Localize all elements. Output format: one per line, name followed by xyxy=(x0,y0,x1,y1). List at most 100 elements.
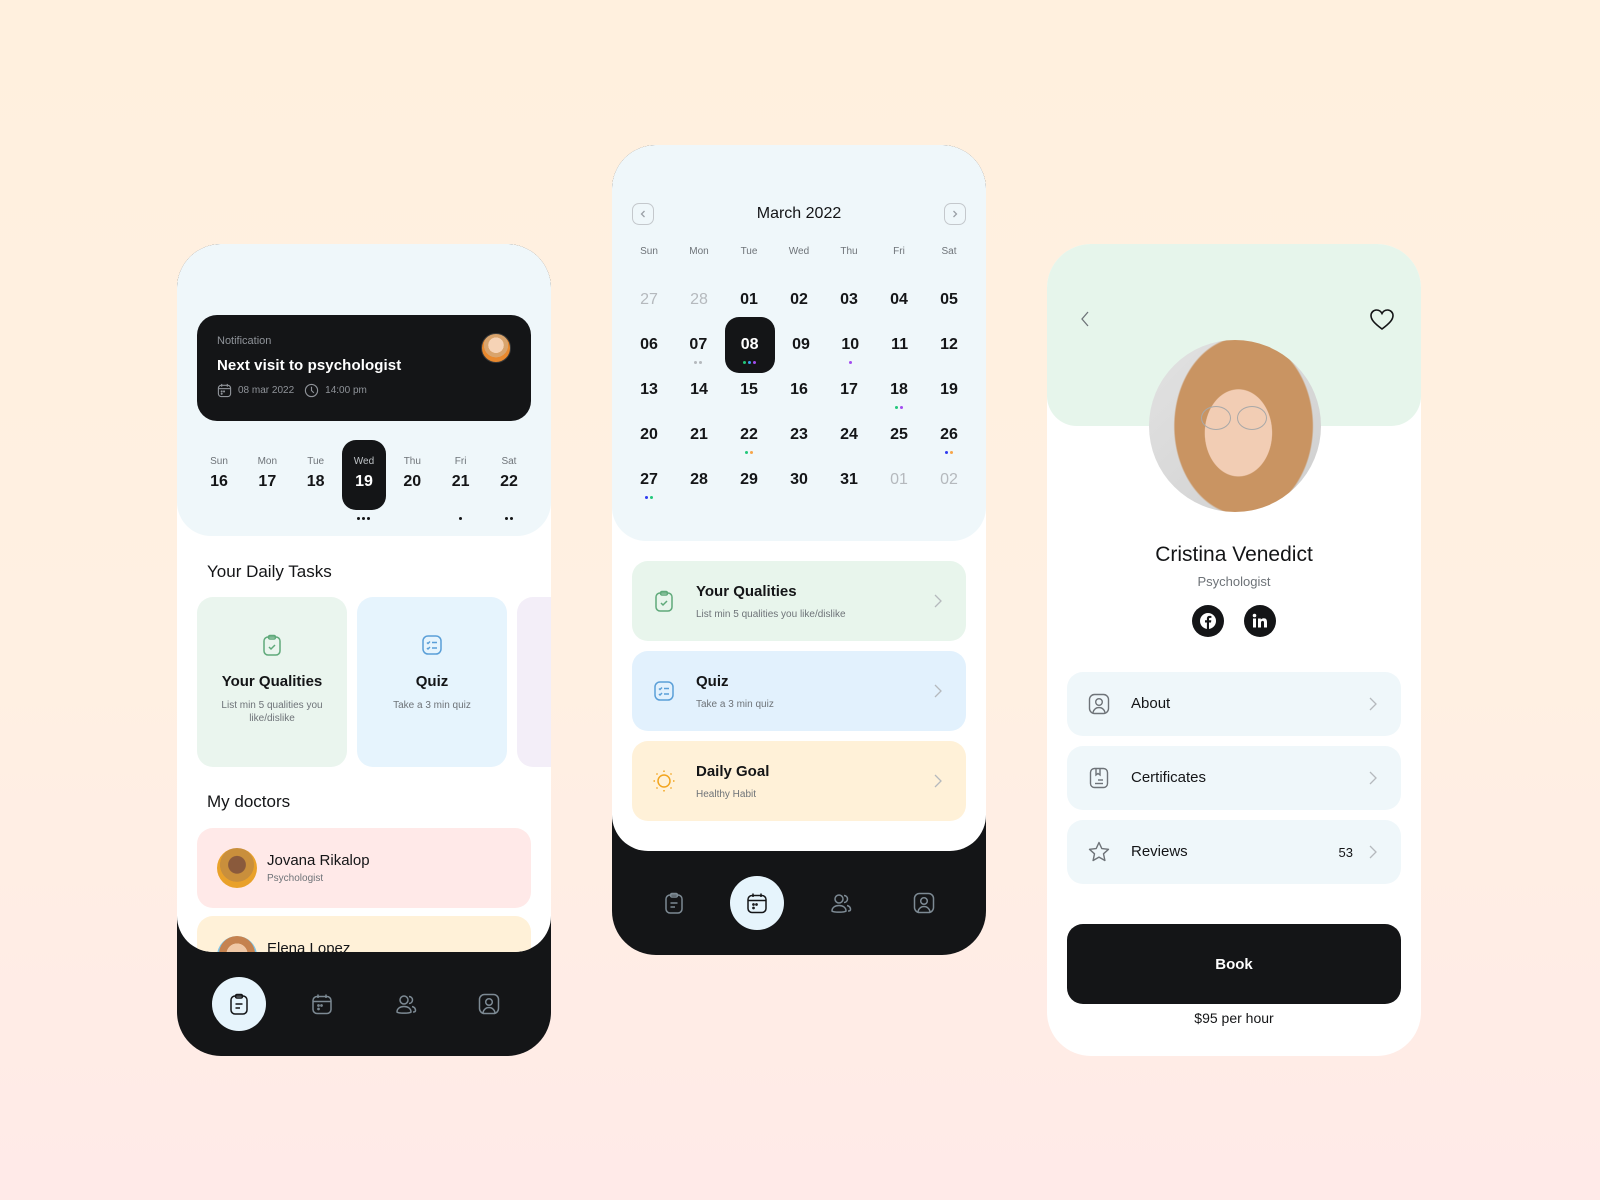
list-item-quiz[interactable]: Quiz Take a 3 min quiz xyxy=(632,651,966,731)
week-day-date: 19 xyxy=(355,473,373,490)
calendar-day[interactable]: 30 xyxy=(776,457,822,503)
calendar-day[interactable]: 26 xyxy=(926,412,972,458)
calendar-day[interactable]: 22 xyxy=(726,412,772,458)
back-button[interactable] xyxy=(1079,310,1091,333)
list-item-daily-goal[interactable]: Daily Goal Healthy Habit xyxy=(632,741,966,821)
week-day-tue[interactable]: Tue 18 xyxy=(294,440,338,510)
calendar-day[interactable]: 07 xyxy=(675,322,721,368)
calendar-day[interactable]: 02 xyxy=(926,457,972,503)
tab-calendar[interactable] xyxy=(730,876,785,930)
profile-photo xyxy=(1149,340,1321,512)
calendar-day[interactable]: 10 xyxy=(827,322,873,368)
favorite-button[interactable] xyxy=(1369,308,1395,337)
calendar-day[interactable]: 21 xyxy=(676,412,722,458)
tab-calendar[interactable] xyxy=(295,977,349,1031)
linkedin-button[interactable] xyxy=(1244,605,1276,637)
calendar-day[interactable]: 29 xyxy=(726,457,772,503)
weekday-label: Sun xyxy=(640,246,658,257)
calendar-day-number: 28 xyxy=(690,291,708,308)
daily-tasks-carousel[interactable]: Your Qualities List min 5 qualities you … xyxy=(197,597,551,767)
home-scroll-area[interactable]: Notification Next visit to psychologist … xyxy=(177,244,551,952)
menu-item-label: Certificates xyxy=(1131,769,1207,786)
calendar-day[interactable]: 03 xyxy=(826,277,872,323)
calendar-day[interactable]: 23 xyxy=(776,412,822,458)
facebook-icon xyxy=(1200,613,1216,629)
menu-item-certificates[interactable]: Certificates xyxy=(1067,746,1401,810)
calendar-week-row: 27 28 01 02 03 04 05 xyxy=(626,277,972,323)
week-day-sun[interactable]: Sun 16 xyxy=(197,440,241,510)
calendar-day[interactable]: 04 xyxy=(876,277,922,323)
calendar-day[interactable]: 25 xyxy=(876,412,922,458)
week-day-fri[interactable]: Fri 21 xyxy=(439,440,483,520)
list-item-qualities[interactable]: Your Qualities List min 5 qualities you … xyxy=(632,561,966,641)
doctor-card[interactable]: Jovana Rikalop Psychologist xyxy=(197,828,531,908)
calendar-day[interactable]: 09 xyxy=(778,322,824,368)
star-icon xyxy=(1088,841,1110,862)
weekday-label: Tue xyxy=(740,246,758,257)
calendar-day-number: 25 xyxy=(890,426,908,443)
menu-item-about[interactable]: About xyxy=(1067,672,1401,736)
tab-clipboard[interactable] xyxy=(211,977,266,1031)
event-dot-gray xyxy=(699,361,703,364)
menu-item-reviews[interactable]: Reviews 53 xyxy=(1067,820,1401,884)
calendar-day[interactable]: 27 xyxy=(626,457,672,503)
calendar-day[interactable]: 20 xyxy=(626,412,672,458)
calendar-day[interactable]: 18 xyxy=(876,367,922,413)
calendar-day[interactable]: 15 xyxy=(726,367,772,413)
calendar-day-number: 31 xyxy=(840,471,858,488)
task-card-quiz[interactable]: Quiz Take a 3 min quiz xyxy=(357,597,507,767)
tab-profile[interactable] xyxy=(462,977,516,1031)
calendar-day[interactable]: 17 xyxy=(826,367,872,413)
certificate-icon xyxy=(1089,767,1109,789)
calendar-day[interactable]: 01 xyxy=(876,457,922,503)
event-dots xyxy=(342,517,386,520)
doctor-avatar xyxy=(217,936,257,952)
week-day-thu[interactable]: Thu 20 xyxy=(390,440,434,510)
calendar-day[interactable]: 19 xyxy=(926,367,972,413)
facebook-button[interactable] xyxy=(1192,605,1224,637)
tab-users[interactable] xyxy=(814,876,868,930)
checklist-icon xyxy=(422,635,442,655)
calendar-day[interactable]: 05 xyxy=(926,277,972,323)
tab-profile[interactable] xyxy=(897,876,951,930)
task-card-partial[interactable] xyxy=(517,597,551,767)
month-title: March 2022 xyxy=(756,205,842,222)
next-month-button[interactable] xyxy=(944,203,966,225)
week-day-mon[interactable]: Mon 17 xyxy=(245,440,289,510)
calendar-day-number: 03 xyxy=(840,291,858,308)
notification-label: Notification xyxy=(217,335,272,347)
calendar-day[interactable]: 16 xyxy=(776,367,822,413)
weekday-label: Mon xyxy=(689,246,709,257)
calendar-day[interactable]: 13 xyxy=(626,367,672,413)
tab-clipboard[interactable] xyxy=(647,876,701,930)
calendar-day[interactable]: 28 xyxy=(676,277,722,323)
doctor-name: Jovana Rikalop xyxy=(267,852,370,869)
calendar-day-selected[interactable]: 08 xyxy=(724,317,775,373)
event-dot-blue xyxy=(748,361,752,364)
calendar-screen: March 2022 Sun Mon Tue Wed Thu Fri Sat 27 28 01 02… xyxy=(612,145,986,955)
week-day-sat[interactable]: Sat 22 xyxy=(487,440,531,520)
chevron-left-icon xyxy=(1081,311,1089,327)
calendar-day[interactable]: 06 xyxy=(626,322,672,368)
calendar-day-number: 07 xyxy=(689,336,708,353)
calendar-day[interactable]: 11 xyxy=(877,322,923,368)
calendar-day-number: 27 xyxy=(640,291,658,308)
calendar-day[interactable]: 27 xyxy=(626,277,672,323)
tab-users[interactable] xyxy=(379,977,433,1031)
week-day-wed[interactable]: Wed 19 xyxy=(341,440,386,520)
week-day-name: Fri xyxy=(454,456,467,467)
notification-card[interactable]: Notification Next visit to psychologist … xyxy=(197,315,531,421)
calendar-day[interactable]: 02 xyxy=(776,277,822,323)
calendar-day[interactable]: 28 xyxy=(676,457,722,503)
calendar-day[interactable]: 24 xyxy=(826,412,872,458)
calendar-day[interactable]: 12 xyxy=(926,322,972,368)
calendar-day[interactable]: 31 xyxy=(826,457,872,503)
doctor-card[interactable]: Elena Lopez xyxy=(197,916,531,952)
task-card-qualities[interactable]: Your Qualities List min 5 qualities you … xyxy=(197,597,347,767)
calendar-day[interactable]: 14 xyxy=(676,367,722,413)
weekday-label: Wed xyxy=(788,246,810,257)
notification-date: 08 mar 2022 xyxy=(238,385,295,396)
book-button[interactable]: Book xyxy=(1067,924,1401,1004)
week-day-date: 17 xyxy=(258,473,277,490)
menu-item-label: About xyxy=(1131,695,1171,712)
